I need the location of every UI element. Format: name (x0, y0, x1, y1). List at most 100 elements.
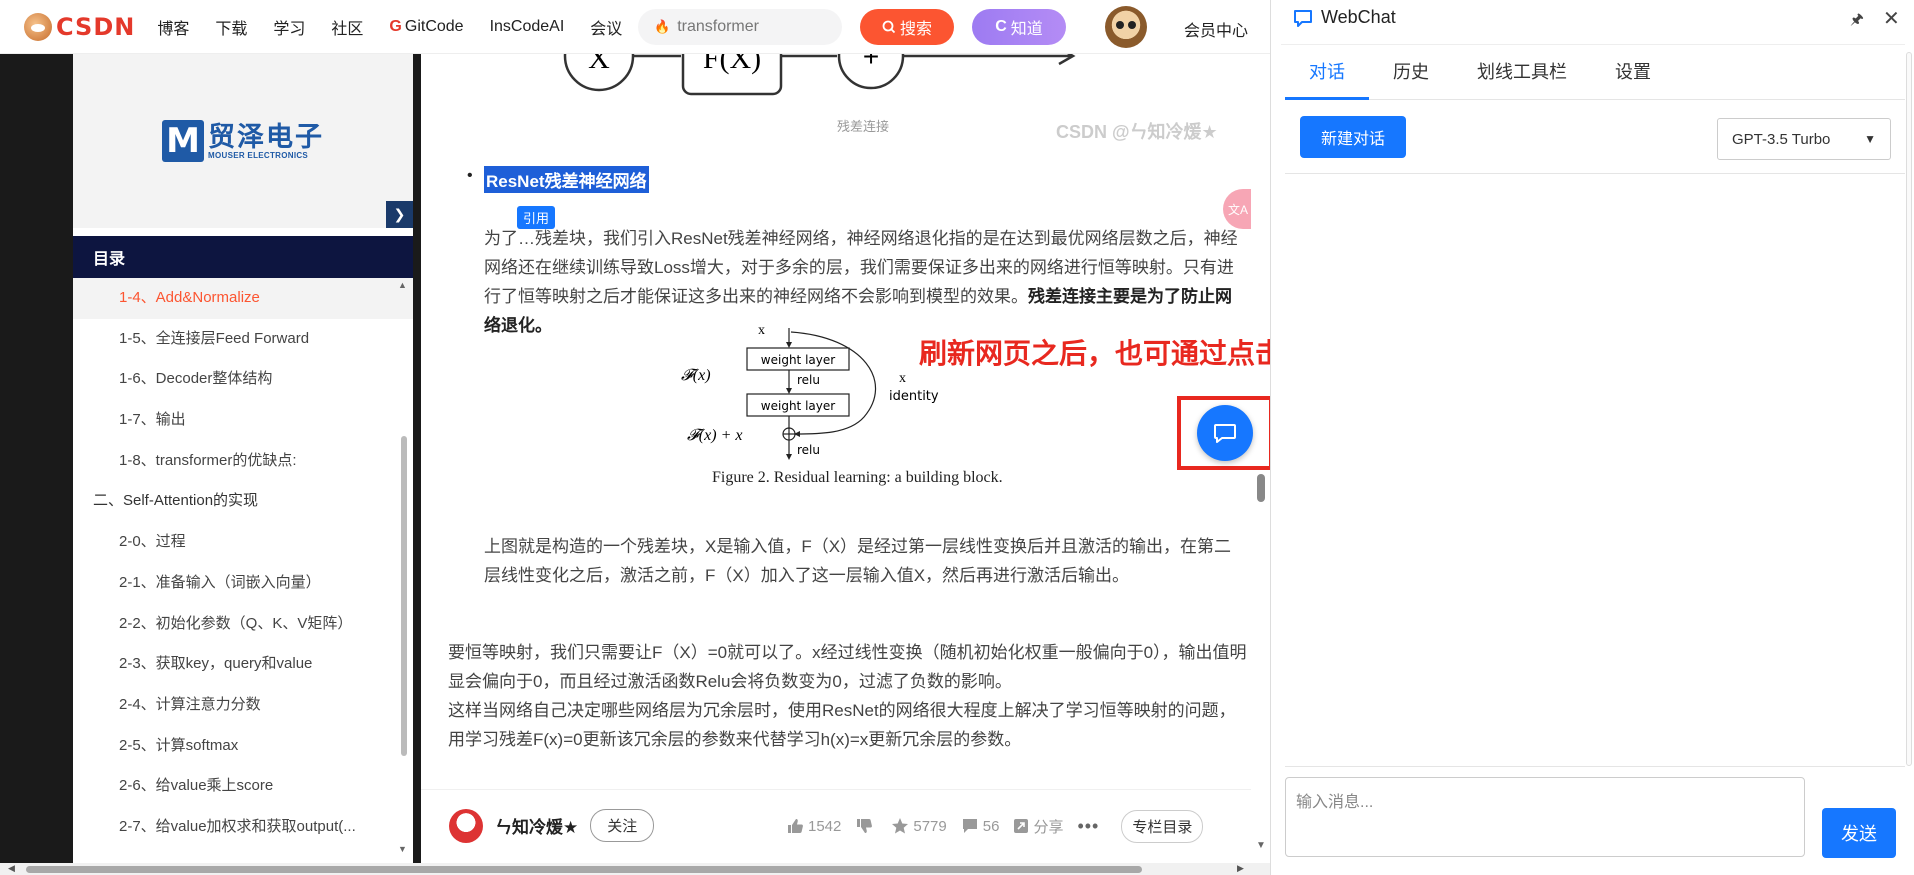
search-button[interactable]: 搜索 (860, 9, 954, 45)
nav-item-gitcode[interactable]: G GitCode (389, 18, 463, 36)
comment-count: 56 (982, 817, 1000, 835)
toc-item[interactable]: 2-1、准备输入（词嵌入向量） (73, 563, 413, 604)
follow-button[interactable]: 关注 (590, 809, 655, 842)
webchat-panel: WebChat 🖈 ✕ 对话 历史 划线工具栏 设置 新建对话 GPT-3.5 … (1270, 0, 1914, 875)
ad-english-name: MOUSER ELECTRONICS (208, 150, 309, 160)
star-icon (892, 818, 909, 834)
article-content: X F(X) + 残差连接 CSDN @ㄣ知冷煖★ • ResNet残差神经网络… (421, 54, 1251, 789)
comment-button[interactable]: 56 (961, 817, 1000, 835)
nav-item-download[interactable]: 下载 (215, 15, 247, 39)
model-select[interactable]: GPT-3.5 Turbo ▼ (1717, 118, 1891, 160)
chat-header: 新建对话 GPT-3.5 Turbo ▼ (1285, 106, 1905, 174)
fig1-fx-label: F(X) (703, 54, 761, 75)
toc-item[interactable]: 2-2、初始化参数（Q、K、V矩阵） (73, 604, 413, 645)
chat-messages-area (1285, 175, 1905, 765)
search-icon (882, 20, 896, 34)
top-nav: CSDN 博客 下载 学习 社区 G GitCode InsCodeAI 会议 🔥… (0, 0, 1270, 54)
table-of-contents: 目录 1-4、Add&Normalize 1-5、全连接层Feed Forwar… (73, 236, 413, 856)
weight-layer-1-label: weight layer (761, 353, 835, 367)
nav-item-community[interactable]: 社区 (331, 15, 363, 39)
thumb-down-icon (857, 819, 873, 833)
send-button[interactable]: 发送 (1822, 808, 1896, 858)
nav-item-meeting[interactable]: 会议 (590, 15, 622, 39)
share-button[interactable]: 分享 (1013, 816, 1063, 837)
toc-item[interactable]: 2-6、给value乘上score (73, 766, 413, 807)
search-input[interactable] (677, 18, 828, 36)
panel-scrollbar[interactable] (1905, 52, 1913, 766)
scroll-right-icon[interactable]: ▶ (1237, 863, 1244, 874)
ad-expand-arrow-icon[interactable]: ❯ (386, 201, 413, 228)
nav-item-gitcode-label: GitCode (404, 17, 464, 35)
search-box: 🔥 (638, 9, 842, 45)
fire-icon: 🔥 (654, 19, 671, 34)
dislike-button[interactable] (855, 817, 877, 835)
paragraph-text: 要恒等映射，我们只需要让F（X）=0就可以了。x经过线性变换（随机初始化权重一般… (448, 643, 1247, 691)
like-button[interactable]: 1542 (786, 817, 841, 835)
tab-chat[interactable]: 对话 (1285, 52, 1369, 100)
panel-scroll-thumb[interactable] (1906, 52, 1912, 766)
chat-bubble-icon (1214, 424, 1236, 443)
nav-item-inscodeai[interactable]: InsCodeAI (490, 18, 565, 36)
mouser-m-icon: M (162, 120, 204, 162)
article-scroll-down-icon[interactable]: ▼ (1256, 840, 1266, 851)
toc-item[interactable]: 2-0、过程 (73, 522, 413, 563)
paragraph: 上图就是构造的一个残差块，X是输入值，F（X）是经过第一层线性变换后并且激活的输… (484, 537, 1232, 585)
like-count: 1542 (808, 817, 842, 835)
star-button[interactable]: 5779 (891, 817, 947, 835)
toc-title: 目录 (73, 236, 413, 278)
pin-icon[interactable]: 🖈 (1850, 9, 1864, 34)
horizontal-scroll-thumb[interactable] (26, 866, 1142, 873)
paragraph-text: 这样当网络自己决定哪些网络层为冗余层时，使用ResNet的网络很大程度上解决了学… (448, 701, 1236, 749)
fig2-x-top: x (758, 323, 765, 338)
article-scroll-thumb[interactable] (1257, 474, 1265, 502)
csdn-logo[interactable]: CSDN (24, 12, 136, 41)
more-options-icon[interactable]: ••• (1077, 816, 1099, 837)
toc-item[interactable]: 2-5、计算softmax (73, 726, 413, 767)
tab-settings[interactable]: 设置 (1591, 52, 1675, 100)
new-chat-button[interactable]: 新建对话 (1300, 116, 1406, 158)
toc-item[interactable]: 1-5、全连接层Feed Forward (73, 319, 413, 360)
author-avatar[interactable] (449, 808, 483, 843)
share-label: 分享 (1033, 818, 1064, 836)
search-button-label: 搜索 (899, 21, 932, 38)
tab-history[interactable]: 历史 (1369, 52, 1453, 100)
watermark: CSDN @ㄣ知冷煖★ (1056, 122, 1218, 142)
thumb-up-icon (788, 819, 803, 833)
scroll-left-icon[interactable]: ◀ (8, 863, 15, 874)
nav-item-blog[interactable]: 博客 (157, 15, 189, 39)
webchat-float-button[interactable] (1197, 405, 1253, 461)
share-icon (1014, 819, 1029, 833)
column-gap (413, 54, 421, 865)
logo-text: CSDN (56, 12, 136, 41)
toc-scrollbar[interactable]: ▲ ▼ (398, 280, 407, 854)
sidebar-ad[interactable]: M 贸泽电子 MOUSER ELECTRONICS ❯ (73, 54, 413, 228)
zhidao-button[interactable]: C 知道 (972, 9, 1066, 45)
toc-item[interactable]: 2-3、获取key，query和value (73, 644, 413, 685)
author-name[interactable]: ㄣ知冷煖★ (495, 813, 578, 838)
toc-item[interactable]: 1-8、transformer的优缺点: (73, 441, 413, 482)
column-toc-button[interactable]: 专栏目录 (1121, 809, 1204, 843)
fig2-x-side: x (899, 371, 906, 386)
panel-title: WebChat (1321, 7, 1396, 27)
user-avatar[interactable] (1105, 6, 1147, 48)
horizontal-scrollbar[interactable]: ◀ ▶ (0, 863, 1270, 875)
toc-item[interactable]: 1-7、输出 (73, 400, 413, 441)
toc-item[interactable]: 1-4、Add&Normalize (73, 278, 413, 319)
tab-highlight-toolbar[interactable]: 划线工具栏 (1453, 52, 1591, 100)
toc-item[interactable]: 2-4、计算注意力分数 (73, 685, 413, 726)
nav-item-learn[interactable]: 学习 (273, 15, 305, 39)
toc-item[interactable]: 1-6、Decoder整体结构 (73, 359, 413, 400)
scroll-up-icon[interactable]: ▲ (398, 280, 407, 290)
vip-center-link[interactable]: 会员中心 (1184, 17, 1248, 41)
article-toolbar: ㄣ知冷煖★ 关注 1542 5779 56 分享 ••• 专栏目录 (421, 789, 1251, 861)
close-icon[interactable]: ✕ (1883, 6, 1900, 31)
panel-tabs: 对话 历史 划线工具栏 设置 (1285, 52, 1905, 100)
message-input[interactable] (1285, 777, 1805, 857)
toc-item[interactable]: 2-7、给value加权求和获取output(... (73, 807, 413, 848)
scroll-down-icon[interactable]: ▼ (398, 844, 407, 854)
left-dark-strip (0, 54, 73, 875)
quote-button[interactable]: 引用 (517, 206, 556, 229)
toc-scroll-thumb[interactable] (401, 436, 407, 756)
toc-item[interactable]: 二、Self-Attention的实现 (73, 481, 413, 522)
relu-2-label: relu (797, 443, 820, 457)
